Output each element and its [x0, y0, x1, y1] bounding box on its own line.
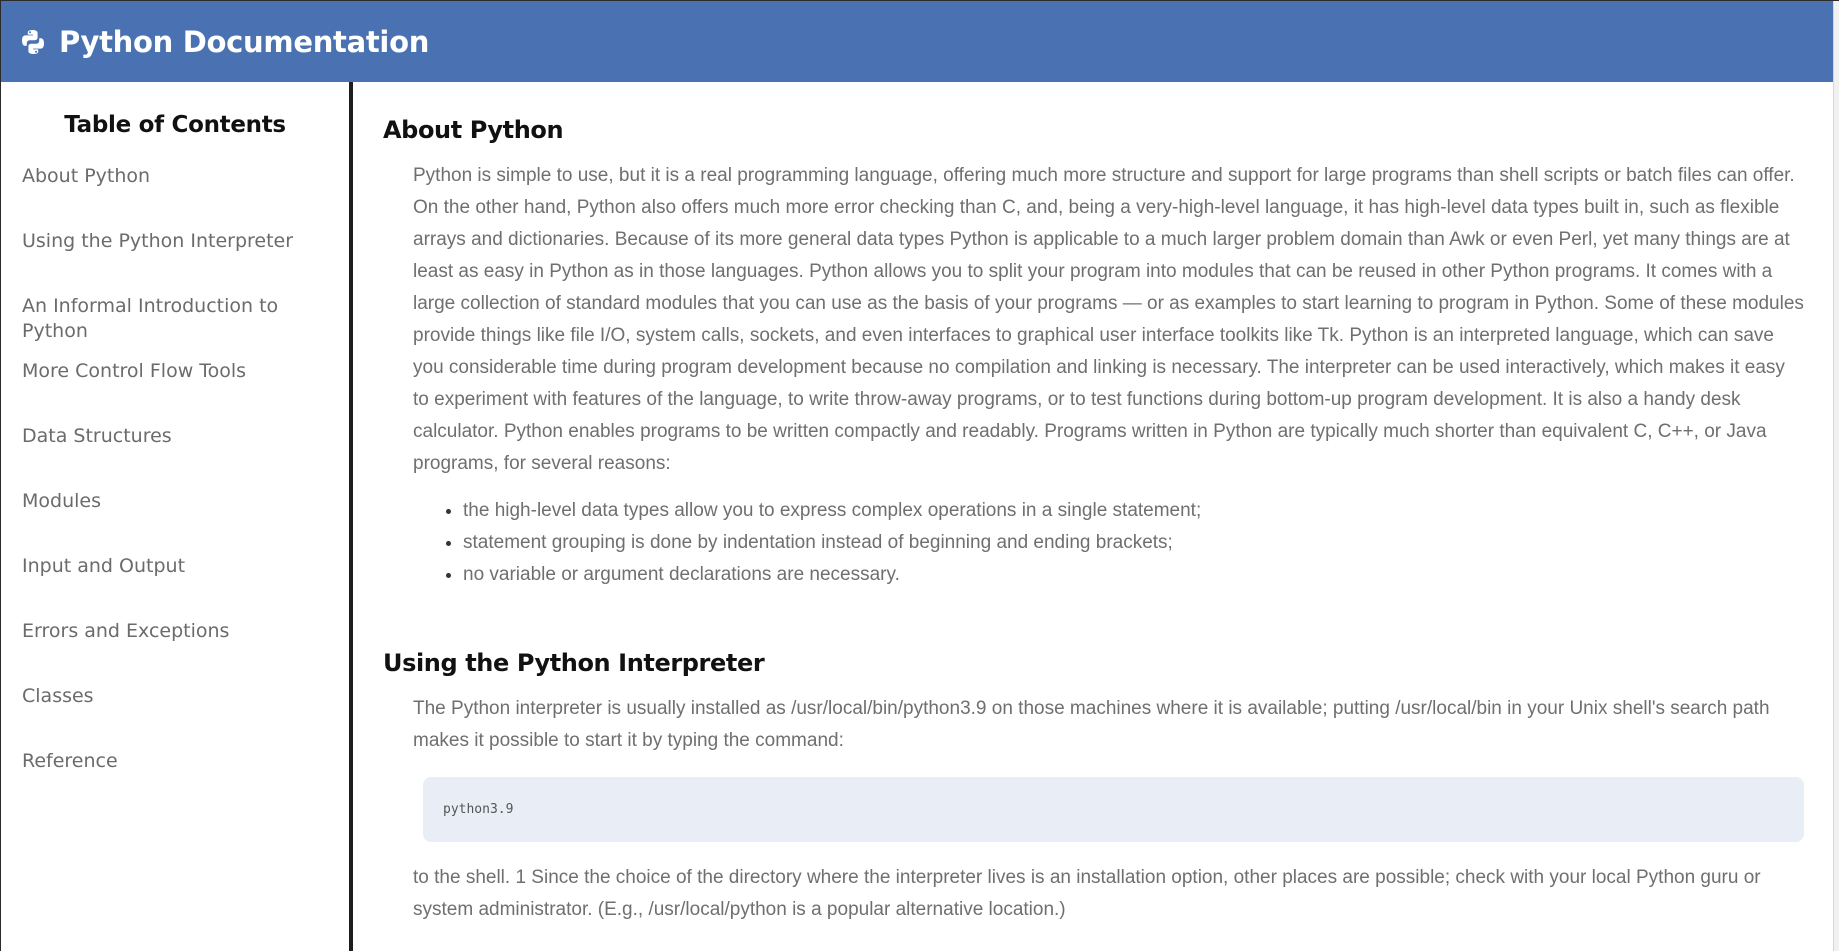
toc-item-about-python[interactable]: About Python — [1, 164, 349, 229]
interpreter-paragraph-after: to the shell. 1 Since the choice of the … — [413, 867, 1761, 920]
interpreter-paragraph: The Python interpreter is usually instal… — [413, 698, 1770, 751]
python-logo-icon — [21, 27, 51, 57]
list-item: statement grouping is done by indentatio… — [463, 527, 1804, 559]
toc-item-reference[interactable]: Reference — [1, 749, 349, 814]
list-item: the high-level data types allow you to e… — [463, 495, 1804, 527]
toc-item-using-interpreter[interactable]: Using the Python Interpreter — [1, 229, 349, 294]
toc-item-classes[interactable]: Classes — [1, 684, 349, 749]
section-title-using-interpreter: Using the Python Interpreter — [383, 649, 765, 677]
toc-title: Table of Contents — [64, 112, 286, 138]
top-header-bar: Python Documentation — [1, 1, 1835, 82]
toc-item-errors-exceptions[interactable]: Errors and Exceptions — [1, 619, 349, 684]
code-text: python3.9 — [443, 802, 514, 817]
list-item: no variable or argument declarations are… — [463, 559, 1804, 591]
table-of-contents-sidebar: Table of Contents About Python Using the… — [1, 82, 349, 951]
toc-list: About Python Using the Python Interprete… — [1, 164, 349, 814]
toc-item-input-output[interactable]: Input and Output — [1, 554, 349, 619]
browser-viewport: Python Documentation Table of Contents A… — [0, 0, 1839, 951]
page-scrollbar[interactable] — [1833, 1, 1839, 951]
toc-item-modules[interactable]: Modules — [1, 489, 349, 554]
sidebar-divider — [349, 82, 353, 951]
section-title-about-python: About Python — [383, 116, 564, 144]
toc-item-informal-introduction[interactable]: An Informal Introduction to Python — [1, 294, 349, 359]
site-title: Python Documentation — [59, 24, 430, 59]
about-python-paragraph: Python is simple to use, but it is a rea… — [413, 165, 1804, 474]
toc-item-control-flow[interactable]: More Control Flow Tools — [1, 359, 349, 424]
code-block[interactable]: python3.9 — [423, 777, 1804, 842]
about-python-bullet-list: the high-level data types allow you to e… — [383, 495, 1804, 591]
main-content[interactable]: About Python Python is simple to use, bu… — [354, 82, 1834, 951]
toc-item-data-structures[interactable]: Data Structures — [1, 424, 349, 489]
